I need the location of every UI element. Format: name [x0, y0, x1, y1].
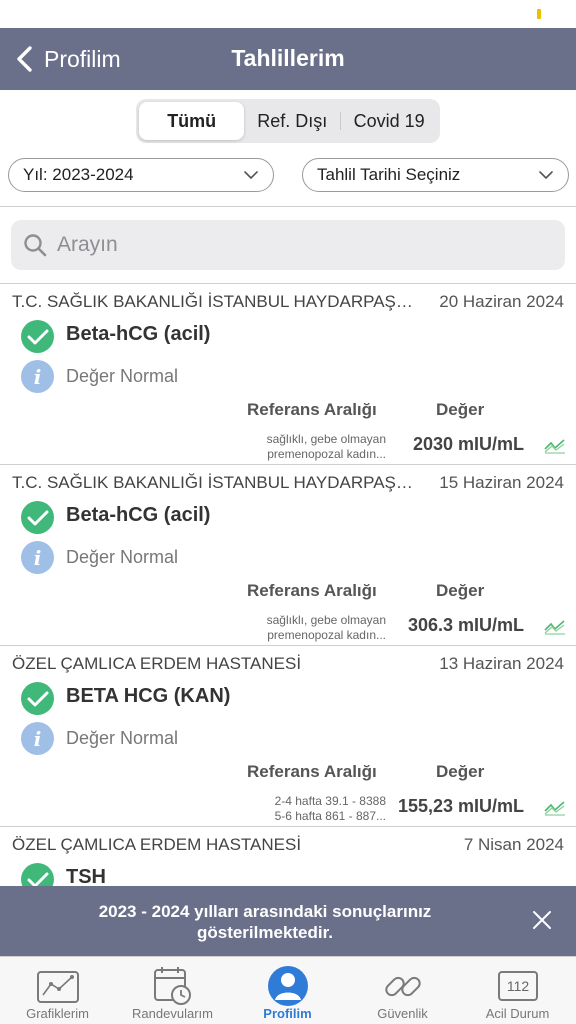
filter-segmented-control: Tümü Ref. Dışı Covid 19	[136, 99, 440, 143]
segment-all[interactable]: Tümü	[139, 102, 245, 140]
tab-randevularim[interactable]: Randevularım	[115, 957, 230, 1024]
test-name: Beta-hCG (acil)	[66, 323, 211, 345]
result-card[interactable]: T.C. SAĞLIK BAKANLIĞI İSTANBUL HAYDARPAŞ…	[0, 465, 576, 646]
reference-range-line: premenopozal kadın...	[267, 628, 386, 642]
reference-range: sağlıklı, gebe olmayan premenopozal kadı…	[246, 613, 386, 643]
profile-icon	[268, 966, 308, 1006]
segment-covid19[interactable]: Covid 19	[341, 102, 437, 140]
tab-label: Grafiklerim	[26, 1006, 89, 1021]
test-name: BETA HCG (KAN)	[66, 685, 231, 707]
reference-range: sağlıklı, gebe olmayan premenopozal kadı…	[246, 432, 386, 462]
reference-range-header: Referans Aralığı	[247, 581, 377, 600]
trend-chart-icon[interactable]	[544, 800, 566, 816]
hospital-name: ÖZEL ÇAMLICA ERDEM HASTANESİ	[12, 835, 302, 854]
emergency-112-icon: 112	[498, 971, 538, 1001]
value-header: Değer	[436, 581, 485, 600]
check-icon	[21, 682, 54, 715]
calendar-clock-icon	[154, 967, 191, 1005]
result-value: 155,23 mIU/mL	[397, 796, 524, 816]
navigation-bar: Profilim Tahlillerim	[0, 28, 576, 90]
value-header: Değer	[436, 762, 485, 781]
tab-grafiklerim[interactable]: Grafiklerim	[0, 957, 115, 1024]
result-date: 7 Nisan 2024	[463, 835, 564, 854]
result-card[interactable]: ÖZEL ÇAMLICA ERDEM HASTANESİ 13 Haziran …	[0, 646, 576, 827]
chart-icon	[37, 971, 79, 1003]
toast-line: gösterilmektedir.	[196, 923, 334, 942]
tab-guvenlik[interactable]: Güvenlik	[345, 957, 460, 1024]
tab-label: Güvenlik	[377, 1006, 428, 1021]
tab-profilim[interactable]: Profilim	[230, 957, 345, 1024]
result-date: 13 Haziran 2024	[439, 654, 564, 673]
reference-range-header: Referans Aralığı	[247, 762, 377, 781]
page-title: Tahlillerim	[231, 45, 345, 71]
result-value: 2030 mIU/mL	[412, 434, 524, 454]
reference-range-line: sağlıklı, gebe olmayan	[266, 432, 386, 446]
result-status: Değer Normal	[66, 547, 179, 567]
test-name: Beta-hCG (acil)	[66, 504, 211, 526]
info-toast: 2023 - 2024 yılları arasındaki sonuçları…	[0, 886, 576, 956]
emergency-badge: 112	[507, 978, 530, 994]
date-dropdown-value: Tahlil Tarihi Seçiniz	[317, 165, 461, 184]
home-indicator-area	[0, 1020, 576, 1024]
toast-message: 2023 - 2024 yılları arasındaki sonuçları…	[20, 901, 510, 943]
tab-label: Profilim	[263, 1006, 312, 1021]
reference-range-line: sağlıklı, gebe olmayan	[266, 613, 386, 627]
check-icon	[21, 501, 54, 534]
trend-chart-icon[interactable]	[544, 619, 566, 635]
info-icon: i	[21, 541, 54, 574]
search-icon	[24, 234, 47, 257]
year-dropdown-value: Yıl: 2023-2024	[23, 165, 134, 184]
year-dropdown[interactable]: Yıl: 2023-2024	[8, 158, 274, 192]
close-icon[interactable]	[530, 908, 554, 932]
reference-range-line: 5-6 hafta 861 - 887...	[274, 809, 386, 823]
tab-bar: Grafiklerim Randevularım Profilim Güvenl…	[0, 956, 576, 1024]
result-value: 306.3 mIU/mL	[407, 615, 524, 635]
result-date: 15 Haziran 2024	[439, 473, 564, 492]
search-input[interactable]: Arayın	[11, 220, 565, 270]
divider	[0, 206, 576, 207]
segment-out-of-range[interactable]: Ref. Dışı	[244, 102, 340, 140]
reference-range: 2-4 hafta 39.1 - 8388 5-6 hafta 861 - 88…	[246, 794, 386, 824]
hospital-name: ÖZEL ÇAMLICA ERDEM HASTANESİ	[12, 654, 302, 673]
result-date: 20 Haziran 2024	[439, 292, 564, 311]
link-icon	[385, 976, 421, 997]
result-card[interactable]: T.C. SAĞLIK BAKANLIĞI İSTANBUL HAYDARPAŞ…	[0, 284, 576, 465]
info-icon: i	[21, 722, 54, 755]
chevron-down-icon	[244, 171, 258, 179]
hospital-name: T.C. SAĞLIK BAKANLIĞI İSTANBUL HAYDARPAŞ…	[12, 292, 420, 311]
trend-chart-icon[interactable]	[544, 438, 566, 454]
date-dropdown[interactable]: Tahlil Tarihi Seçiniz	[302, 158, 569, 192]
chevron-down-icon	[539, 171, 553, 179]
reference-range-header: Referans Aralığı	[247, 400, 377, 419]
toast-line: 2023 - 2024 yılları arasındaki sonuçları…	[98, 902, 432, 921]
tab-label: Acil Durum	[485, 1006, 550, 1021]
result-status: Değer Normal	[66, 728, 179, 748]
battery-icon	[537, 9, 541, 19]
tab-label: Randevularım	[132, 1006, 213, 1021]
status-bar	[0, 0, 576, 28]
reference-range-line: premenopozal kadın...	[267, 447, 386, 461]
reference-range-line: 2-4 hafta 39.1 - 8388	[274, 794, 386, 808]
check-icon	[21, 320, 54, 353]
tab-acil-durum[interactable]: 112 Acil Durum	[460, 957, 575, 1024]
value-header: Değer	[436, 400, 485, 419]
search-placeholder: Arayın	[57, 233, 118, 256]
result-status: Değer Normal	[66, 366, 179, 386]
hospital-name: T.C. SAĞLIK BAKANLIĞI İSTANBUL HAYDARPAŞ…	[12, 473, 420, 492]
info-icon: i	[21, 360, 54, 393]
